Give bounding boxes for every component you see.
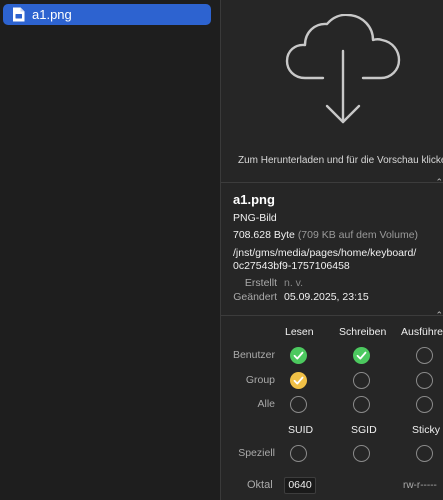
- chevron-up-icon[interactable]: ⌃: [435, 310, 443, 321]
- user-read-checkbox[interactable]: [290, 347, 307, 364]
- checkmark-icon: [293, 351, 304, 360]
- file-size-on-volume: (709 KB auf dem Volume): [297, 229, 419, 241]
- file-name: a1.png: [233, 192, 275, 207]
- section-divider: [221, 315, 443, 316]
- user-execute-checkbox[interactable]: [416, 347, 433, 364]
- file-size: 708.628 Byte (709 KB auf dem Volume): [233, 229, 418, 241]
- group-read-checkbox[interactable]: [290, 372, 307, 389]
- preview-hint[interactable]: Zum Herunterladen und für die Vorschau k…: [238, 155, 443, 166]
- all-write-checkbox[interactable]: [353, 396, 370, 413]
- column-header-sgid: SGID: [351, 424, 377, 436]
- created-label: Erstellt: [244, 277, 277, 289]
- file-list-item[interactable]: a1.png: [3, 4, 211, 25]
- all-execute-checkbox[interactable]: [416, 396, 433, 413]
- column-header-write: Schreiben: [339, 326, 387, 338]
- file-size-bytes: 708.628 Byte: [233, 229, 295, 241]
- row-label-group: Group: [245, 374, 275, 386]
- modified-value: 05.09.2025, 23:15: [284, 291, 369, 303]
- column-header-execute: Ausführen: [401, 326, 443, 338]
- column-header-suid: SUID: [288, 424, 314, 436]
- modified-label: Geändert: [233, 291, 277, 303]
- section-divider: [221, 182, 443, 183]
- column-header-sticky: Sticky: [412, 424, 441, 436]
- file-path: /jnst/gms/media/pages/home/keyboard/ 0c2…: [233, 247, 416, 273]
- checkmark-icon: [356, 351, 367, 360]
- sticky-checkbox[interactable]: [416, 445, 433, 462]
- row-label-special: Speziell: [238, 447, 275, 459]
- all-read-checkbox[interactable]: [290, 396, 307, 413]
- row-label-user: Benutzer: [232, 349, 275, 361]
- group-write-checkbox[interactable]: [353, 372, 370, 389]
- column-header-read: Lesen: [285, 326, 314, 338]
- inspector-pane: Zum Herunterladen und für die Vorschau k…: [221, 0, 443, 500]
- created-value: n. v.: [284, 277, 304, 289]
- symbolic-permissions: rw-r-----: [403, 480, 437, 491]
- image-file-icon: [12, 7, 25, 22]
- file-list-item-label: a1.png: [32, 7, 72, 22]
- octal-field[interactable]: 0640: [284, 477, 316, 494]
- cloud-download-icon[interactable]: [283, 13, 403, 131]
- file-path-line: /jnst/gms/media/pages/home/keyboard/: [233, 247, 417, 259]
- row-label-all: Alle: [257, 398, 275, 410]
- file-list-pane: a1.png: [0, 0, 220, 500]
- chevron-up-icon[interactable]: ⌃: [435, 177, 443, 188]
- user-write-checkbox[interactable]: [353, 347, 370, 364]
- file-path-line: 0c27543bf9-1757106458: [233, 260, 350, 272]
- file-kind: PNG-Bild: [233, 212, 277, 224]
- sgid-checkbox[interactable]: [353, 445, 370, 462]
- group-execute-checkbox[interactable]: [416, 372, 433, 389]
- suid-checkbox[interactable]: [290, 445, 307, 462]
- checkmark-icon: [293, 376, 304, 385]
- octal-label: Oktal: [247, 479, 273, 491]
